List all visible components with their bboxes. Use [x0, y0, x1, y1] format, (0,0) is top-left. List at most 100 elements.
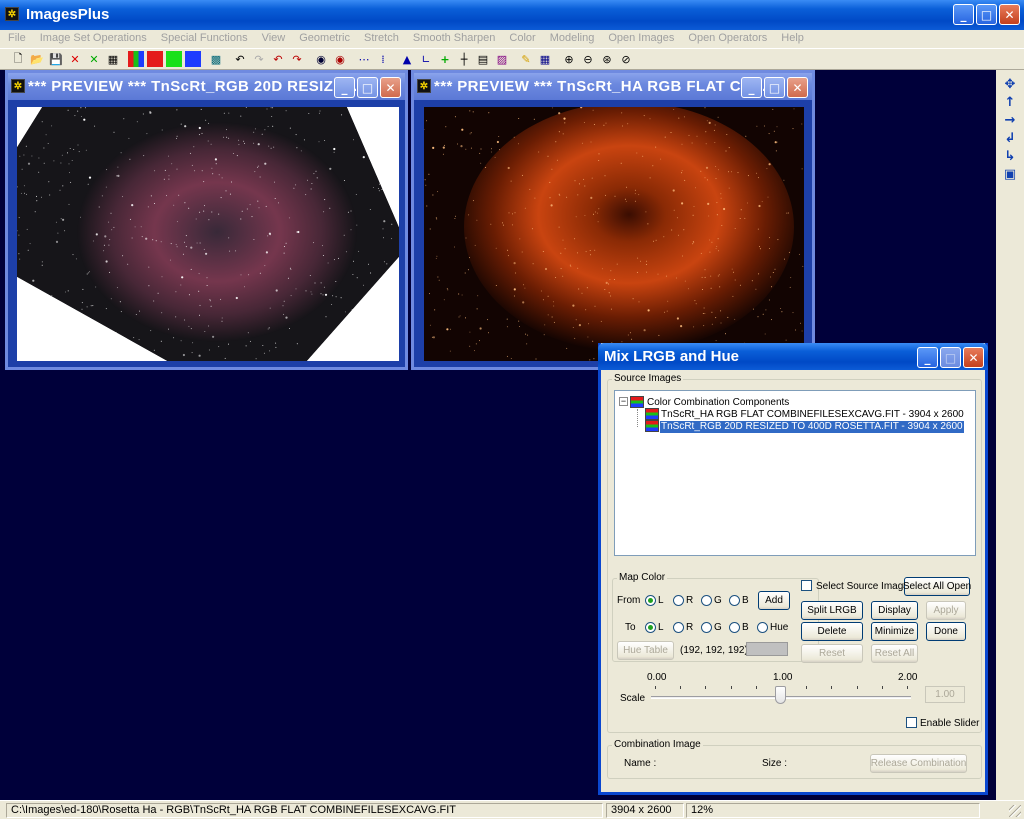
from-radio-b[interactable]: [729, 595, 740, 606]
to-radio-r[interactable]: [673, 622, 684, 633]
apply-button[interactable]: Apply: [926, 601, 966, 620]
preview-title-bar[interactable]: ✲ *** PREVIEW *** TnScRt_RGB 20D RESIZE.…: [8, 73, 405, 100]
star-mark-icon[interactable]: ◉: [332, 51, 348, 67]
pencil-icon[interactable]: ✎: [518, 51, 534, 67]
menu-open-images[interactable]: Open Images: [600, 30, 680, 48]
tree-root[interactable]: Color Combination Components: [647, 397, 789, 409]
close-icon[interactable]: ✕: [963, 347, 984, 368]
delete-button[interactable]: Delete: [801, 622, 863, 641]
menu-special-functions[interactable]: Special Functions: [153, 30, 254, 48]
name-label: Name :: [624, 758, 657, 769]
redo-all-icon[interactable]: ↷: [289, 51, 305, 67]
reset-button[interactable]: Reset: [801, 644, 863, 663]
status-bar: C:\Images\ed-180\Rosetta Ha - RGB\TnScRt…: [0, 800, 1024, 819]
preview-title-bar[interactable]: ✲ *** PREVIEW *** TnScRt_HA RGB FLAT CO.…: [414, 73, 812, 100]
close-image-icon[interactable]: ✕: [67, 51, 83, 67]
scale-slider-thumb[interactable]: [775, 686, 786, 704]
histogram-icon[interactable]: ▲: [399, 51, 415, 67]
red-channel-icon[interactable]: [147, 51, 163, 67]
collapse-icon[interactable]: −: [619, 397, 628, 406]
redo-icon[interactable]: ↷: [251, 51, 267, 67]
source-tree[interactable]: − Color Combination Components TnScRt_HA…: [614, 390, 976, 556]
menu-view[interactable]: View: [254, 30, 292, 48]
zoom-out-icon[interactable]: ⊖: [580, 51, 596, 67]
save-icon[interactable]: 💾: [48, 51, 64, 67]
arrow-down-left-icon[interactable]: ↲: [1000, 130, 1020, 146]
arrow-right-icon[interactable]: →: [1000, 112, 1020, 128]
maximize-icon[interactable]: □: [357, 77, 378, 98]
print-icon[interactable]: ▦: [105, 51, 121, 67]
menu-modeling[interactable]: Modeling: [542, 30, 601, 48]
table-icon[interactable]: ▤: [475, 51, 491, 67]
tree-item-selected[interactable]: TnScRt_RGB 20D RESIZED TO 400D ROSETTA.F…: [660, 421, 964, 433]
image-icon: [645, 420, 659, 432]
to-radio-b[interactable]: [729, 622, 740, 633]
close-icon[interactable]: ✕: [787, 77, 808, 98]
split-lrgb-button[interactable]: Split LRGB: [801, 601, 863, 620]
undo-all-icon[interactable]: ↶: [270, 51, 286, 67]
close-all-icon[interactable]: ✕: [86, 51, 102, 67]
zoom-fit-icon[interactable]: ⊛: [599, 51, 615, 67]
minimize-icon[interactable]: _: [953, 4, 974, 25]
from-radio-l[interactable]: [645, 595, 656, 606]
to-radio-l[interactable]: [645, 622, 656, 633]
star-select-icon[interactable]: ◉: [313, 51, 329, 67]
menu-file[interactable]: File: [0, 30, 32, 48]
to-radio-hue[interactable]: [757, 622, 768, 633]
preview-window-ha[interactable]: ✲ *** PREVIEW *** TnScRt_HA RGB FLAT CO.…: [411, 70, 815, 370]
menu-geometric[interactable]: Geometric: [291, 30, 356, 48]
menu-color[interactable]: Color: [501, 30, 541, 48]
tree-item[interactable]: TnScRt_HA RGB FLAT COMBINEFILESEXCAVG.FI…: [661, 409, 964, 421]
close-icon[interactable]: ✕: [380, 77, 401, 98]
crosshair-icon[interactable]: +: [437, 51, 453, 67]
new-file-icon[interactable]: 🗋: [10, 51, 26, 67]
minimize-button[interactable]: Minimize: [871, 622, 918, 641]
enable-slider-checkbox[interactable]: [906, 717, 917, 728]
zoom-reset-icon[interactable]: ⊘: [618, 51, 634, 67]
scale-tick-mark: [755, 686, 757, 689]
arrow-up-icon[interactable]: ↑: [1000, 94, 1020, 110]
maximize-icon[interactable]: □: [764, 77, 785, 98]
close-icon[interactable]: ✕: [999, 4, 1020, 25]
menu-stretch[interactable]: Stretch: [356, 30, 405, 48]
blue-channel-icon[interactable]: [185, 51, 201, 67]
dots-icon[interactable]: ⋯: [356, 51, 372, 67]
mosaic-icon[interactable]: ▦: [537, 51, 553, 67]
menu-help[interactable]: Help: [773, 30, 810, 48]
resize-grip-icon[interactable]: [1009, 805, 1021, 817]
points-icon[interactable]: ⁞: [375, 51, 391, 67]
reset-all-button[interactable]: Reset All: [871, 644, 918, 663]
menu-image-set-operations[interactable]: Image Set Operations: [32, 30, 153, 48]
curves-icon[interactable]: ∟: [418, 51, 434, 67]
menu-smooth-sharpen[interactable]: Smooth Sharpen: [405, 30, 502, 48]
release-combination-button[interactable]: Release Combination: [870, 754, 967, 773]
cross-icon[interactable]: ┼: [456, 51, 472, 67]
scale-value-field[interactable]: 1.00: [925, 686, 965, 703]
green-channel-icon[interactable]: [166, 51, 182, 67]
display-button[interactable]: Display: [871, 601, 918, 620]
zoom-in-icon[interactable]: ⊕: [561, 51, 577, 67]
undo-icon[interactable]: ↶: [232, 51, 248, 67]
window-icon[interactable]: ▣: [1000, 166, 1020, 182]
select-source-image-checkbox[interactable]: [801, 580, 812, 591]
preview-window-rgb[interactable]: ✲ *** PREVIEW *** TnScRt_RGB 20D RESIZE.…: [5, 70, 408, 370]
minimize-icon[interactable]: _: [917, 347, 938, 368]
to-radio-g[interactable]: [701, 622, 712, 633]
maximize-icon[interactable]: □: [976, 4, 997, 25]
arrow-down-right-icon[interactable]: ↳: [1000, 148, 1020, 164]
rgb-channels-icon[interactable]: [128, 51, 144, 67]
minimize-icon[interactable]: _: [741, 77, 762, 98]
open-folder-icon[interactable]: 📂: [29, 51, 45, 67]
grid-icon[interactable]: ▩: [208, 51, 224, 67]
hue-table-button[interactable]: Hue Table: [617, 641, 674, 660]
from-radio-g[interactable]: [701, 595, 712, 606]
add-button[interactable]: Add: [758, 591, 790, 610]
select-all-open-button[interactable]: Select All Open: [903, 577, 971, 596]
image-edit-icon[interactable]: ▨: [494, 51, 510, 67]
dialog-title-bar[interactable]: Mix LRGB and Hue _ □ ✕: [598, 343, 988, 370]
pan-icon[interactable]: ✥: [1000, 76, 1020, 92]
done-button[interactable]: Done: [926, 622, 966, 641]
minimize-icon[interactable]: _: [334, 77, 355, 98]
menu-open-operators[interactable]: Open Operators: [680, 30, 773, 48]
from-radio-r[interactable]: [673, 595, 684, 606]
